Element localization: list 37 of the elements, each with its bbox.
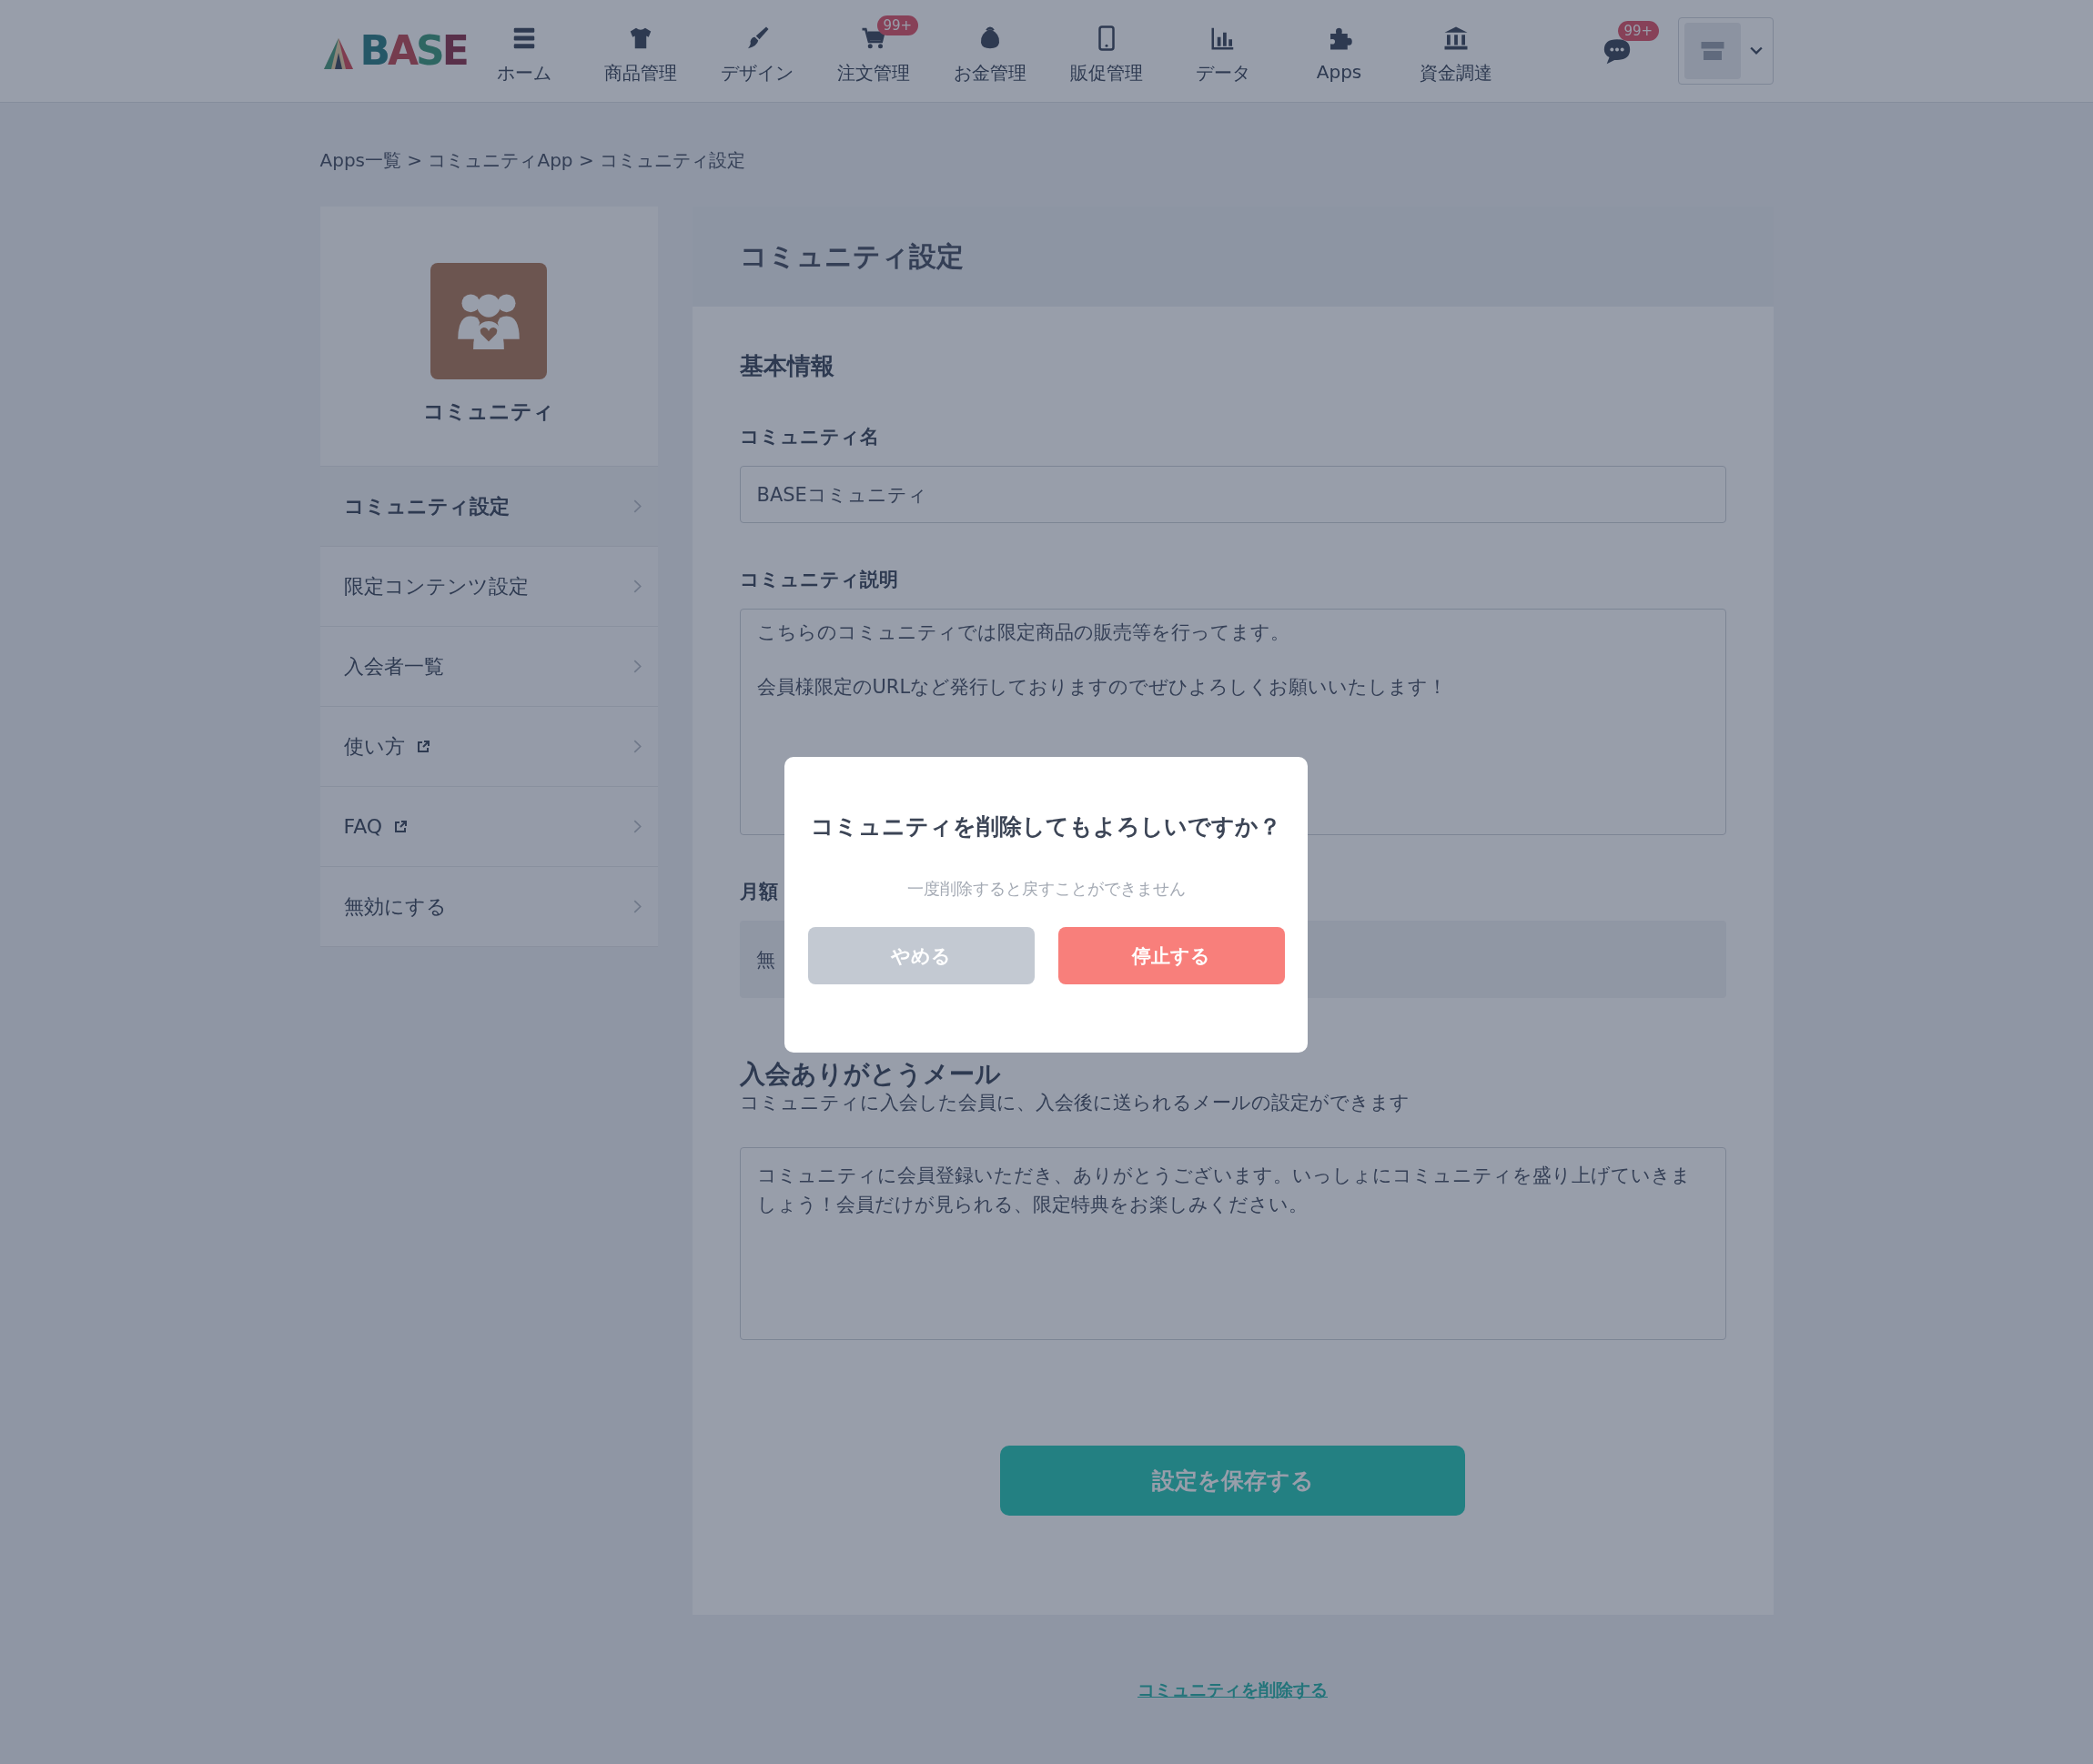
- sidebar-item[interactable]: 使い方: [319, 707, 658, 787]
- nav-tab[interactable]: Apps: [1280, 16, 1398, 86]
- field-label: コミュニティ説明: [739, 569, 898, 591]
- nav-tab[interactable]: 資金調達: [1397, 16, 1514, 86]
- nav-tab[interactable]: 販促管理: [1047, 16, 1165, 86]
- breadcrumb[interactable]: Apps一覧 > コミュニティApp > コミュニティ設定: [319, 149, 745, 171]
- chevron-right-icon: [632, 499, 642, 513]
- sidebar-item[interactable]: 無効にする: [319, 867, 658, 947]
- field-label: コミュニティ名: [739, 426, 879, 449]
- nav-tab[interactable]: 注文管理 99+: [814, 16, 932, 86]
- chevron-right-icon: [632, 740, 642, 753]
- field-label: 月額: [739, 881, 778, 903]
- chevron-right-icon: [632, 580, 642, 593]
- community-app-icon: [430, 263, 547, 379]
- chevron-down-icon: [1749, 46, 1763, 55]
- section-title: 入会ありがとうメール: [739, 1060, 1002, 1089]
- chevron-right-icon: [632, 820, 642, 833]
- chevron-right-icon: [632, 660, 642, 673]
- section-description: コミュニティに入会した会員に、入会後に送られるメールの設定ができます: [739, 1091, 1410, 1114]
- sidebar-item[interactable]: FAQ: [319, 787, 658, 867]
- app-name: コミュニティ: [423, 398, 554, 425]
- base-logo[interactable]: BASE: [319, 31, 470, 71]
- nav-tab[interactable]: データ: [1164, 16, 1281, 86]
- dialog-message: 一度削除すると戻すことができません: [906, 878, 1186, 900]
- count-badge: 99+: [1617, 21, 1660, 41]
- section-title: 基本情報: [739, 352, 835, 380]
- confirm-button[interactable]: 停止する: [1057, 927, 1285, 984]
- count-badge: 99+: [876, 15, 919, 35]
- nav-tab[interactable]: 商品管理: [581, 16, 699, 86]
- chevron-right-icon: [632, 900, 642, 913]
- panel-title: コミュニティ設定: [739, 238, 964, 274]
- nav-tab[interactable]: デザイン: [698, 16, 815, 86]
- text-input-field[interactable]: BASEコミュニティ: [739, 466, 1726, 523]
- textarea-field[interactable]: コミュニティに会員登録いただき、ありがとうございます。いっしょにコミュニティを盛り上げていきましょう！会員だけが見られる、限定特典をお楽しみください。: [739, 1147, 1726, 1340]
- sidebar-item[interactable]: 限定コンテンツ設定: [319, 547, 658, 627]
- sidebar-item[interactable]: 入会者一覧: [319, 627, 658, 707]
- nav-tab[interactable]: お金管理: [931, 16, 1048, 86]
